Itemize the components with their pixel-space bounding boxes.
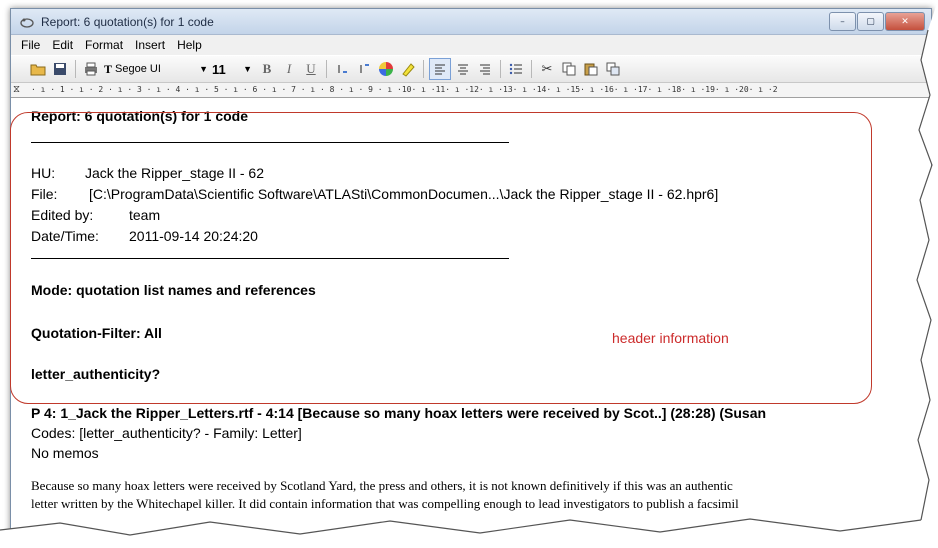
menu-file[interactable]: File: [15, 38, 46, 52]
font-size-value: 11: [212, 61, 226, 77]
paste-special-icon[interactable]: [603, 59, 623, 79]
ruler-scale: · ı · 1 · ı · 2 · ı · 3 · ı · 4 · ı · 5 …: [31, 85, 778, 94]
font-name-select[interactable]: T Segoe UI ▼: [104, 60, 212, 78]
quotation-memos: No memos: [31, 445, 99, 461]
underline-button[interactable]: U: [301, 59, 321, 79]
close-button[interactable]: ✕: [885, 12, 925, 31]
font-name-value: Segoe UI: [115, 63, 161, 75]
menu-edit[interactable]: Edit: [46, 38, 79, 52]
save-icon[interactable]: [50, 59, 70, 79]
align-center-icon[interactable]: [453, 59, 473, 79]
copy-icon[interactable]: [559, 59, 579, 79]
ruler[interactable]: ⧖ · ı · 1 · ı · 2 · ı · 3 · ı · 4 · ı · …: [11, 83, 931, 98]
align-left-icon[interactable]: [429, 58, 451, 80]
bullet-list-icon[interactable]: [506, 59, 526, 79]
toolbar-separator: [500, 60, 501, 78]
toolbar-separator: [75, 60, 76, 78]
paste-icon[interactable]: [581, 59, 601, 79]
bold-button[interactable]: B: [257, 59, 277, 79]
highlighter-icon[interactable]: [398, 59, 418, 79]
atlasti-app-icon: [20, 17, 34, 28]
menu-format[interactable]: Format: [79, 38, 129, 52]
align-right-icon[interactable]: [475, 59, 495, 79]
print-icon[interactable]: [81, 59, 101, 79]
chevron-down-icon: ▼: [199, 64, 208, 74]
superscript-icon[interactable]: [354, 59, 374, 79]
chevron-down-icon: ▼: [243, 64, 252, 74]
header-information-annotation: header information: [612, 330, 729, 346]
menu-insert[interactable]: Insert: [129, 38, 171, 52]
color-picker-icon[interactable]: [376, 59, 396, 79]
quotation-text-line-2: letter written by the Whitechapel killer…: [31, 496, 739, 511]
menu-help[interactable]: Help: [171, 38, 208, 52]
cut-icon[interactable]: ✂: [537, 59, 557, 79]
italic-button[interactable]: I: [279, 59, 299, 79]
toolbar-separator: [326, 60, 327, 78]
truetype-font-icon: T: [104, 61, 113, 76]
toolbar-separator: [423, 60, 424, 78]
indent-marker-icon[interactable]: ⧖: [13, 84, 20, 95]
subscript-icon[interactable]: [332, 59, 352, 79]
font-size-select[interactable]: 11 ▼: [212, 60, 256, 78]
title-bar[interactable]: Report: 6 quotation(s) for 1 code – ▢ ✕: [11, 9, 931, 35]
minimize-button[interactable]: –: [829, 12, 856, 31]
format-toolbar: T Segoe UI ▼ 11 ▼ B I U ✂: [11, 55, 931, 83]
maximize-button[interactable]: ▢: [857, 12, 884, 31]
toolbar-separator: [531, 60, 532, 78]
quotation-heading: P 4: 1_Jack the Ripper_Letters.rtf - 4:1…: [31, 405, 767, 421]
quotation-text-line-1: Because so many hoax letters were receiv…: [31, 478, 733, 493]
menu-bar: File Edit Format Insert Help: [11, 35, 931, 55]
open-folder-icon[interactable]: [28, 59, 48, 79]
window-title: Report: 6 quotation(s) for 1 code: [41, 14, 214, 29]
header-highlight-annotation: [10, 112, 872, 404]
quotation-codes: Codes: [letter_authenticity? - Family: L…: [31, 425, 302, 441]
